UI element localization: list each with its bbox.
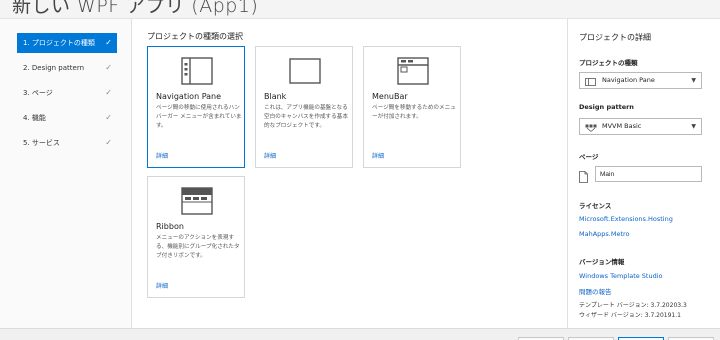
card-detail-link[interactable]: 詳細 <box>156 151 168 160</box>
step-features[interactable]: 4. 機能 ✓ <box>17 108 117 128</box>
license-link-mahapps[interactable]: MahApps.Metro <box>579 230 630 238</box>
chevron-down-icon: ▼ <box>691 77 696 84</box>
title-bar: 新しい WPF アプリ (App1) <box>0 0 720 18</box>
card-blank[interactable]: Blank これは、アプリ機能の基盤となる空白のキャンバスを作成する基本的なプロ… <box>255 46 353 168</box>
project-details-panel: プロジェクトの詳細 プロジェクトの種類 Navigation Pane ▼ De… <box>567 19 720 329</box>
navigation-pane-icon <box>585 77 596 92</box>
project-type-label: プロジェクトの種類 <box>579 59 638 67</box>
step-pages[interactable]: 3. ページ ✓ <box>17 83 117 103</box>
design-pattern-dropdown[interactable]: MVVM Basic ▼ <box>579 118 702 135</box>
card-ribbon[interactable]: Ribbon メニューのアクションを表現する、機能別にグループ化されたタブ付きリ… <box>147 176 245 298</box>
bottom-bar <box>0 328 720 340</box>
card-description: ページ間の移動に使用されるハンバーガー メニューが含まれています。 <box>156 105 242 129</box>
chevron-down-icon: ▼ <box>691 123 696 130</box>
step-design-pattern[interactable]: 2. Design pattern ✓ <box>17 58 117 78</box>
report-issue-link[interactable]: 問題の報告 <box>579 286 612 296</box>
step-label: 3. ページ <box>23 89 53 97</box>
page-name-input[interactable] <box>595 166 702 182</box>
checkmark-icon: ✓ <box>105 38 112 47</box>
step-project-type[interactable]: 1. プロジェクトの種類 ✓ <box>17 33 117 53</box>
navigation-pane-icon <box>148 57 246 87</box>
step-label: 4. 機能 <box>23 114 46 122</box>
card-title: Navigation Pane <box>156 92 222 101</box>
card-detail-link[interactable]: 詳細 <box>264 151 276 160</box>
card-menubar[interactable]: MenuBar ページ間を移動するためのメニューが付加されます。 詳細 <box>363 46 461 168</box>
page-icon <box>579 168 588 187</box>
card-description: ページ間を移動するためのメニューが付加されます。 <box>372 105 456 120</box>
step-label: 5. サービス <box>23 139 60 147</box>
steps-nav: 1. プロジェクトの種類 ✓ 2. Design pattern ✓ 3. ペー… <box>0 19 132 329</box>
card-detail-link[interactable]: 詳細 <box>156 281 168 290</box>
card-description: これは、アプリ機能の基盤となる空白のキャンバスを作成する基本的なプロジェクトです… <box>264 105 348 129</box>
design-pattern-label: Design pattern <box>579 103 634 111</box>
checkmark-icon: ✓ <box>105 138 112 147</box>
menubar-icon <box>364 57 462 87</box>
dropdown-value: MVVM Basic <box>602 122 642 130</box>
card-title: MenuBar <box>372 92 408 101</box>
card-detail-link[interactable]: 詳細 <box>372 151 384 160</box>
checkmark-icon: ✓ <box>105 88 112 97</box>
project-type-panel: プロジェクトの種類の選択 Navigation Pane ページ間の移動に使用さ… <box>133 19 567 329</box>
license-link-hosting[interactable]: Microsoft.Extensions.Hosting <box>579 215 673 223</box>
section-title: プロジェクトの種類の選択 <box>147 32 243 41</box>
window-title: 新しい WPF アプリ (App1) <box>12 0 259 17</box>
checkmark-icon: ✓ <box>105 113 112 122</box>
card-title: Ribbon <box>156 222 184 231</box>
template-version: テンプレート バージョン: 3.7.20203.3 <box>579 302 687 309</box>
wts-link[interactable]: Windows Template Studio <box>579 272 663 280</box>
wizard-version: ウィザード バージョン: 3.7.20191.1 <box>579 312 681 319</box>
card-title: Blank <box>264 92 287 101</box>
card-description: メニューのアクションを表現する、機能別にグループ化されたタブ付きリボンです。 <box>156 235 240 259</box>
details-heading: プロジェクトの詳細 <box>579 33 651 42</box>
page-label: ページ <box>579 153 599 161</box>
page-row <box>579 166 709 183</box>
ribbon-icon <box>148 187 246 217</box>
dropdown-value: Navigation Pane <box>602 76 655 84</box>
step-label: 1. プロジェクトの種類 <box>23 39 95 47</box>
checkmark-icon: ✓ <box>105 63 112 72</box>
card-navigation-pane[interactable]: Navigation Pane ページ間の移動に使用されるハンバーガー メニュー… <box>147 46 245 168</box>
project-type-dropdown[interactable]: Navigation Pane ▼ <box>579 72 702 89</box>
mvvm-icon <box>585 123 597 138</box>
wizard-body: 1. プロジェクトの種類 ✓ 2. Design pattern ✓ 3. ペー… <box>0 18 720 329</box>
version-label: バージョン情報 <box>579 258 625 266</box>
step-label: 2. Design pattern <box>23 64 85 72</box>
license-label: ライセンス <box>579 202 612 210</box>
step-services[interactable]: 5. サービス ✓ <box>17 133 117 153</box>
blank-window-icon <box>256 57 354 87</box>
